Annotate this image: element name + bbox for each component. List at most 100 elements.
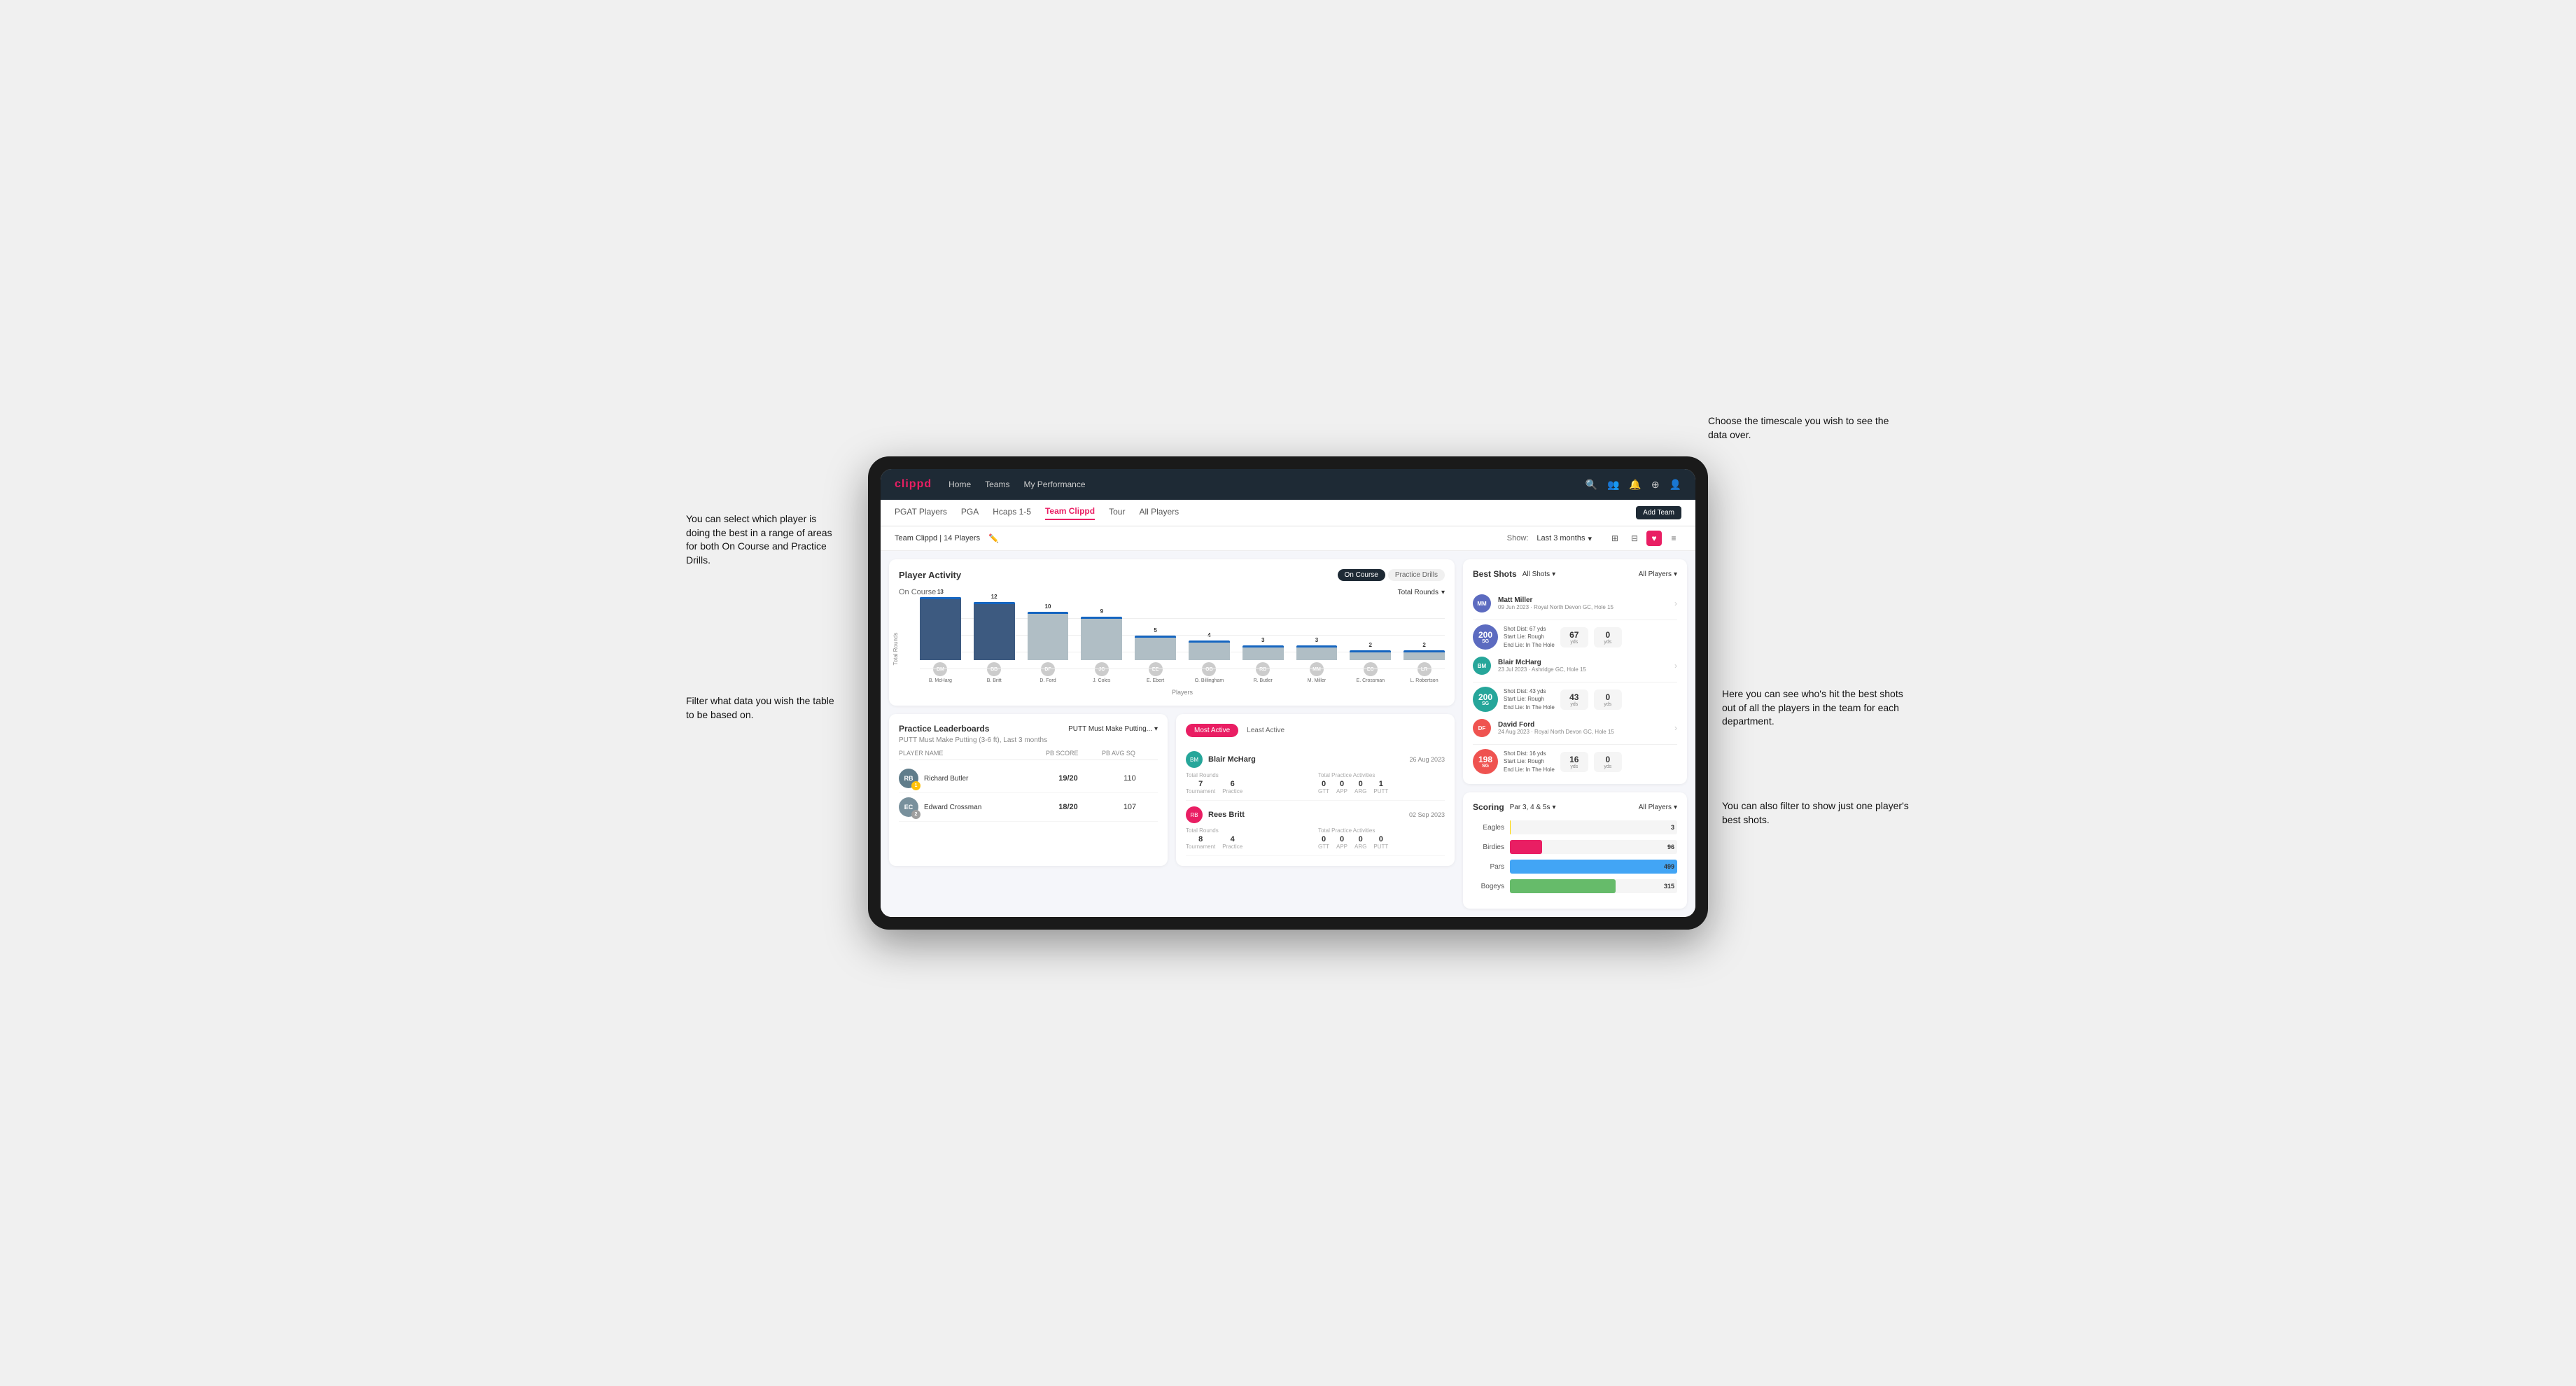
practice-activities-label: Total Practice Activities (1318, 827, 1445, 834)
grid2-view-btn[interactable]: ⊟ (1627, 531, 1642, 546)
bar (974, 602, 1015, 660)
nav-link-home[interactable]: Home (948, 479, 971, 489)
bar-name: E. Ebert (1147, 678, 1164, 683)
tab-pga[interactable]: PGA (961, 507, 979, 519)
tab-tour[interactable]: Tour (1109, 507, 1125, 519)
sg-label: SG (1482, 764, 1489, 769)
bar-line (1296, 645, 1338, 648)
bar-group: 3 RB R. Butler (1242, 637, 1284, 683)
scoring-bar-wrap: 96 (1510, 840, 1677, 854)
heart-view-btn[interactable]: ♥ (1646, 531, 1662, 546)
add-circle-icon[interactable]: ⊕ (1651, 479, 1660, 491)
bar-avatar: JC (1095, 662, 1109, 676)
active-stats-grid: Total Rounds 8 Tournament 4 Practice Tot… (1186, 827, 1445, 850)
bar-name: L. Robertson (1410, 678, 1438, 683)
rounds-label: Total Rounds (1186, 772, 1312, 778)
tab-all-players[interactable]: All Players (1139, 507, 1179, 519)
scoring-bar-row: Eagles 3 (1473, 820, 1677, 834)
bar-value: 13 (937, 589, 944, 595)
player-info: EC 2 Edward Crossman (899, 797, 1035, 817)
player-avatar: RB 1 (899, 769, 918, 788)
shot-stat-label1: yds (1570, 702, 1578, 707)
scoring-bar-num: 3 (1671, 824, 1674, 831)
sg-value: 200 (1478, 693, 1492, 701)
bar-avatar: RB (1256, 662, 1270, 676)
sub-nav: PGAT Players PGA Hcaps 1-5 Team Clippd T… (881, 500, 1695, 526)
bar-name: J. Coles (1093, 678, 1110, 683)
rounds-group: Total Rounds 7 Tournament 6 Practice (1186, 772, 1312, 794)
bar-name: M. Miller (1308, 678, 1326, 683)
people-icon[interactable]: 👥 (1607, 479, 1619, 491)
total-rounds-filter[interactable]: Total Rounds ▾ (1398, 589, 1445, 596)
putt-stat: 0 PUTT (1373, 835, 1388, 850)
chevron-right-icon[interactable]: › (1674, 598, 1677, 608)
add-team-button[interactable]: Add Team (1636, 506, 1681, 519)
list-view-btn[interactable]: ≡ (1666, 531, 1681, 546)
active-player-name: Blair McHarg (1208, 755, 1404, 764)
scoring-all-players-dropdown[interactable]: All Players ▾ (1639, 804, 1677, 811)
chevron-right-icon[interactable]: › (1674, 661, 1677, 671)
edit-icon[interactable]: ✏️ (988, 533, 999, 543)
bar-value: 4 (1208, 632, 1210, 638)
practice-row: RB 1 Richard Butler 19/20 110 (899, 764, 1158, 793)
scoring-bars: Eagles 3 Birdies 96 Pars 499 Bogeys 315 (1473, 820, 1677, 893)
shot-stat-label1: yds (1570, 764, 1578, 769)
nav-link-teams[interactable]: Teams (985, 479, 1009, 489)
tab-pgat-players[interactable]: PGAT Players (895, 507, 947, 519)
most-active-rows: BM Blair McHarg 26 Aug 2023 Total Rounds… (1186, 746, 1445, 856)
nav-link-my-performance[interactable]: My Performance (1023, 479, 1085, 489)
active-player-row: BM Blair McHarg 26 Aug 2023 Total Rounds… (1186, 746, 1445, 801)
tab-team-clippd[interactable]: Team Clippd (1045, 506, 1095, 520)
app-stat: 0 APP (1336, 780, 1348, 794)
scoring-bar-label: Bogeys (1473, 883, 1504, 890)
annotation-right-mid: Here you can see who's hit the best shot… (1722, 687, 1918, 729)
bar-name: B. Britt (987, 678, 1002, 683)
timescale-dropdown[interactable]: Last 3 months ▾ (1536, 534, 1592, 543)
sg-label: SG (1482, 639, 1489, 644)
sg-label: SG (1482, 701, 1489, 706)
profile-icon[interactable]: 👤 (1670, 479, 1681, 491)
scoring-par-filter[interactable]: Par 3, 4 & 5s ▾ (1510, 804, 1556, 811)
scoring-bar-fill (1510, 879, 1616, 893)
grid-view-btn[interactable]: ⊞ (1607, 531, 1623, 546)
bar-group: 3 MM M. Miller (1296, 637, 1338, 683)
tab-hcaps[interactable]: Hcaps 1-5 (993, 507, 1031, 519)
on-course-tab[interactable]: On Course (1338, 569, 1385, 581)
bar-line (1189, 640, 1230, 643)
chevron-right-icon[interactable]: › (1674, 723, 1677, 733)
shot-stat-val2: 0 (1605, 755, 1610, 764)
rounds-row: 8 Tournament 4 Practice (1186, 835, 1312, 850)
player-avatar: EC 2 (899, 797, 918, 817)
shot-info-text: Shot Dist: 67 ydsStart Lie: RoughEnd Lie… (1504, 625, 1555, 649)
least-active-tab[interactable]: Least Active (1238, 724, 1293, 737)
nav-icons: 🔍 👥 🔔 ⊕ 👤 (1586, 479, 1681, 491)
bar-value: 10 (1045, 603, 1051, 610)
top-nav: clippd Home Teams My Performance 🔍 👥 🔔 ⊕… (881, 469, 1695, 500)
bell-icon[interactable]: 🔔 (1629, 479, 1641, 491)
bar-group: 5 EE E. Ebert (1135, 627, 1176, 683)
practice-dropdown[interactable]: PUTT Must Make Putting... ▾ (1068, 725, 1158, 733)
shot-stat-yds2: 0 yds (1594, 752, 1622, 772)
active-player-avatar: RB (1186, 806, 1203, 823)
gtt-stat: 0 GTT (1318, 835, 1329, 850)
main-content: Player Activity On Course Practice Drill… (881, 551, 1695, 917)
practice-drills-tab[interactable]: Practice Drills (1388, 569, 1445, 581)
shot-row: BM Blair McHarg 23 Jul 2023 · Ashridge G… (1473, 650, 1677, 682)
best-shots-all-players-dropdown[interactable]: All Players ▾ (1639, 570, 1677, 578)
rounds-group: Total Rounds 8 Tournament 4 Practice (1186, 827, 1312, 850)
bar-value: 12 (991, 594, 997, 600)
practice-header: Practice Leaderboards PUTT Must Make Put… (899, 724, 1158, 734)
putt-stat: 1 PUTT (1373, 780, 1388, 794)
scoring-title: Scoring (1473, 802, 1504, 812)
player-activity-header: Player Activity On Course Practice Drill… (899, 569, 1445, 581)
most-active-tab[interactable]: Most Active (1186, 724, 1238, 737)
shot-player-name: Matt Miller (1498, 596, 1667, 604)
shot-player-info: Matt Miller 09 Jun 2023 · Royal North De… (1498, 596, 1667, 610)
bar-line (974, 602, 1015, 604)
all-shots-dropdown[interactable]: All Shots ▾ (1522, 570, 1556, 578)
shot-stat-yds1: 43 yds (1560, 690, 1588, 710)
scoring-bar-wrap: 3 (1510, 820, 1677, 834)
practice-subtitle: PUTT Must Make Putting (3-6 ft), Last 3 … (899, 736, 1158, 744)
search-icon[interactable]: 🔍 (1586, 479, 1597, 491)
bar (1404, 650, 1445, 660)
